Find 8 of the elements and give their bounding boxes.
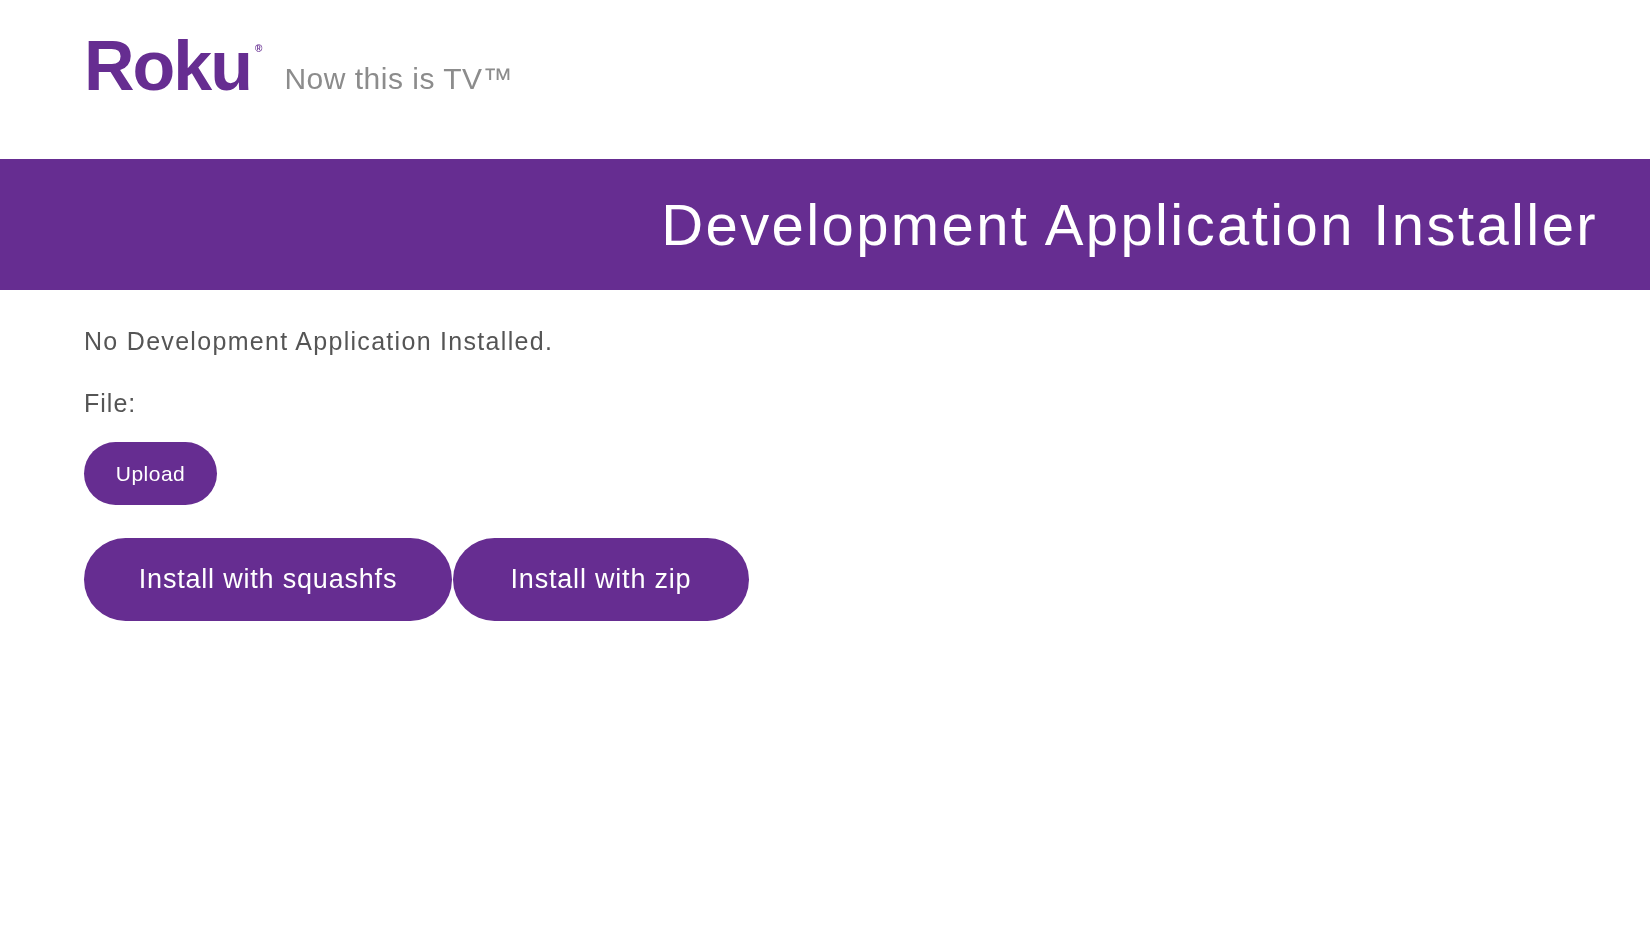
page-title: Development Application Installer [661,191,1598,258]
logo: Roku® [84,38,263,94]
upload-button[interactable]: Upload [84,442,217,505]
file-label: File: [84,388,137,418]
install-button[interactable]: Install with zip [453,538,749,621]
status-text: No Development Application Installed. [84,326,554,356]
tagline: Now this is TV™ [284,62,514,96]
install-button[interactable]: Install with squashfs [84,538,452,621]
